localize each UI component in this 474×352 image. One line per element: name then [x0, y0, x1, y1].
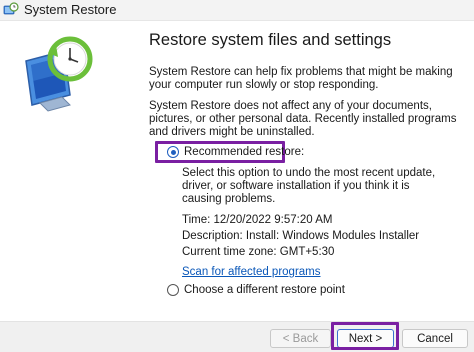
window-title: System Restore	[24, 2, 117, 17]
restore-time: Time: 12/20/2022 9:57:20 AM	[182, 214, 333, 226]
different-restore-option[interactable]: Choose a different restore point	[167, 284, 345, 296]
info-paragraph: System Restore does not affect any of yo…	[149, 100, 457, 138]
left-pane	[0, 21, 134, 321]
different-restore-radio[interactable]	[167, 284, 179, 296]
page-title: Restore system files and settings	[149, 31, 392, 49]
next-highlight	[331, 322, 399, 350]
recommended-description: Select this option to undo the most rece…	[182, 167, 436, 205]
title-bar[interactable]: System Restore	[0, 0, 474, 21]
scan-affected-programs-link[interactable]: Scan for affected programs	[182, 266, 321, 278]
back-button[interactable]: < Back	[270, 329, 331, 348]
recommended-restore-option[interactable]: Recommended restore:	[167, 146, 304, 158]
different-restore-label: Choose a different restore point	[184, 284, 345, 296]
restore-description: Description: Install: Windows Modules In…	[182, 230, 420, 242]
recommended-restore-radio[interactable]	[167, 146, 179, 158]
system-restore-icon	[3, 2, 19, 15]
system-restore-window: System Restore Restore system files and …	[0, 0, 474, 352]
system-restore-hero-icon	[25, 36, 93, 112]
content-pane: Restore system files and settings System…	[134, 21, 474, 321]
button-bar: < Back Next > Cancel	[0, 321, 474, 352]
recommended-restore-label: Recommended restore:	[184, 146, 305, 158]
cancel-button[interactable]: Cancel	[402, 329, 468, 348]
intro-paragraph: System Restore can help fix problems tha…	[149, 66, 453, 91]
restore-timezone: Current time zone: GMT+5:30	[182, 246, 335, 258]
